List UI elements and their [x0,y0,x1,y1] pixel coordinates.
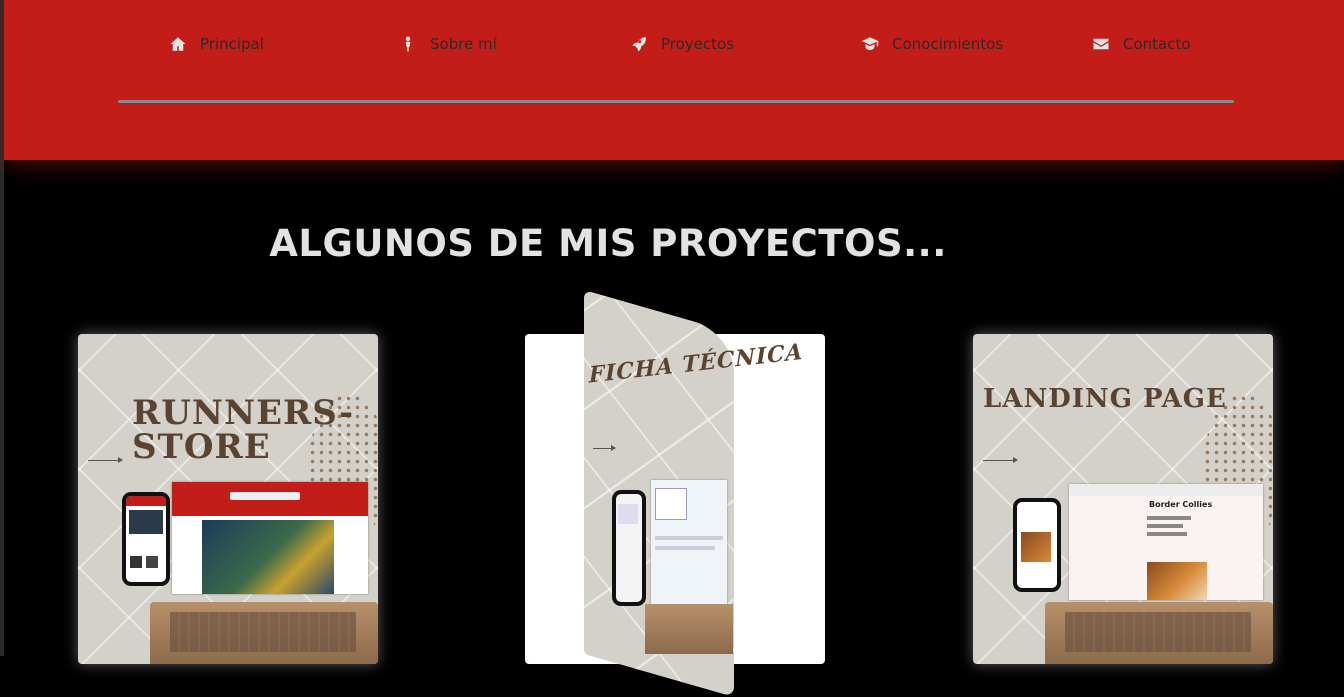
nav-item-conocimientos[interactable]: Conocimientos [860,32,1003,56]
project-card-title: LANDING PAGE [983,384,1227,414]
nav-item-label: Principal [200,35,264,53]
nav-item-label: Sobre mí [430,35,497,53]
laptop-icon [645,604,733,654]
laptop-screen-preview [651,480,727,606]
laptop-screen-preview: Border Collies [1069,484,1263,600]
nav-item-label: Proyectos [661,35,735,53]
nav-item-principal[interactable]: Principal [168,32,264,56]
nav-item-sobre-mi[interactable]: Sobre mí [398,32,497,56]
project-card-ficha-tecnica[interactable]: FICHA TÉCNICA [525,290,825,697]
nav-item-proyectos[interactable]: Proyectos [629,32,734,56]
arrow-decor [593,445,616,451]
laptop-screen-preview [172,482,368,594]
nav-item-contacto[interactable]: Contacto [1091,32,1191,56]
nav-item-label: Contacto [1123,35,1191,53]
home-icon [168,34,188,54]
project-card-runners-store[interactable]: RUNNERS- STORE [78,334,378,664]
laptop-icon [1045,602,1273,664]
landing-screen-heading: Border Collies [1149,500,1213,509]
rocket-icon [629,34,649,54]
project-thumbnail: LANDING PAGE Border Collies [973,334,1273,664]
main-nav: Principal Sobre mí Proyectos Conocimient… [4,0,1344,90]
phone-preview [122,492,170,586]
project-card-landing-page[interactable]: LANDING PAGE Border Collies [973,334,1273,664]
envelope-icon [1091,34,1111,54]
phone-preview [1013,498,1061,592]
project-card-title: RUNNERS- STORE [132,393,355,467]
project-thumbnail: RUNNERS- STORE [78,334,378,664]
site-header: Principal Sobre mí Proyectos Conocimient… [4,0,1344,160]
person-icon [398,34,418,54]
laptop-icon [150,602,378,664]
arrow-decor [88,457,123,463]
arrow-decor [983,457,1018,463]
header-divider [118,100,1234,103]
nav-item-label: Conocimientos [892,35,1004,53]
projects-title: ALGUNOS DE MIS PROYECTOS... [269,222,947,265]
phone-preview [612,490,646,606]
graduation-cap-icon [860,34,880,54]
